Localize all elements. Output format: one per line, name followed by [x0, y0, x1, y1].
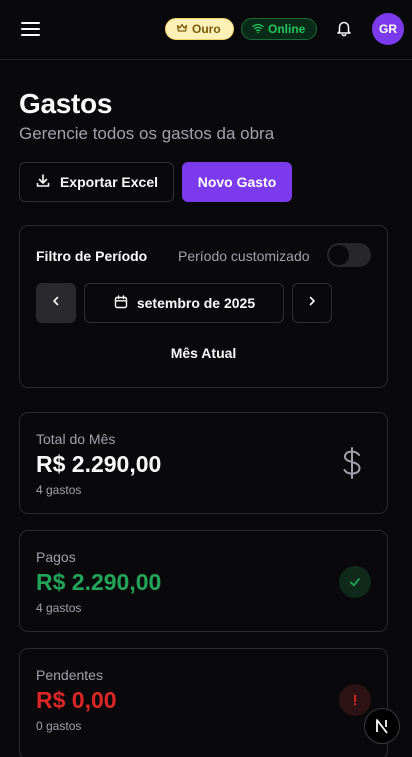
stat-card-total: Total do Mês R$ 2.290,00 4 gastos — [19, 412, 388, 514]
previous-month-button[interactable] — [36, 283, 76, 323]
crown-icon — [176, 22, 188, 37]
stat-value: R$ 2.290,00 — [36, 569, 162, 595]
stat-card-pending: Pendentes R$ 0,00 0 gastos — [19, 648, 388, 757]
page-title: Gastos — [19, 88, 113, 119]
stat-label: Pagos — [36, 549, 76, 565]
month-label: setembro de 2025 — [136, 295, 256, 311]
calendar-icon — [113, 294, 129, 313]
chevron-right-icon — [305, 294, 319, 313]
custom-period-toggle[interactable] — [327, 243, 371, 267]
filter-title: Filtro de Período — [36, 248, 148, 264]
stat-count: 4 gastos — [36, 483, 82, 497]
top-bar: Ouro Online GR — [0, 0, 412, 60]
current-month-button[interactable]: Mês Atual — [20, 345, 387, 361]
stat-count: 4 gastos — [36, 601, 82, 615]
menu-icon[interactable] — [21, 20, 41, 38]
online-badge: Online — [241, 18, 317, 40]
tier-badge-label: Ouro — [192, 22, 221, 36]
stat-count: 0 gastos — [36, 719, 82, 733]
custom-period-label: Período customizado — [178, 248, 310, 264]
export-excel-label: Exportar Excel — [59, 174, 159, 190]
tier-badge: Ouro — [165, 18, 234, 40]
online-badge-label: Online — [268, 22, 306, 36]
stat-card-paid: Pagos R$ 2.290,00 4 gastos — [19, 530, 388, 632]
chevron-left-icon — [49, 294, 63, 313]
period-filter-card: Filtro de Período Período customizado se… — [19, 225, 388, 388]
stat-value: R$ 0,00 — [36, 687, 117, 713]
toggle-knob — [329, 245, 349, 265]
stat-label: Pendentes — [36, 667, 103, 683]
next-month-button[interactable] — [292, 283, 332, 323]
dollar-icon — [335, 446, 369, 480]
download-icon — [35, 173, 51, 192]
new-expense-button[interactable]: Novo Gasto — [182, 162, 292, 202]
stat-value: R$ 2.290,00 — [36, 451, 162, 477]
check-icon — [339, 566, 371, 598]
bell-icon[interactable] — [335, 19, 353, 37]
export-excel-button[interactable]: Exportar Excel — [19, 162, 174, 202]
stat-label: Total do Mês — [36, 431, 116, 447]
wifi-icon — [252, 22, 264, 37]
alert-icon — [339, 684, 371, 716]
page-subtitle: Gerencie todos os gastos da obra — [19, 124, 275, 143]
next-logo-icon[interactable] — [364, 708, 400, 744]
month-picker-button[interactable]: setembro de 2025 — [84, 283, 284, 323]
avatar[interactable]: GR — [372, 13, 404, 45]
